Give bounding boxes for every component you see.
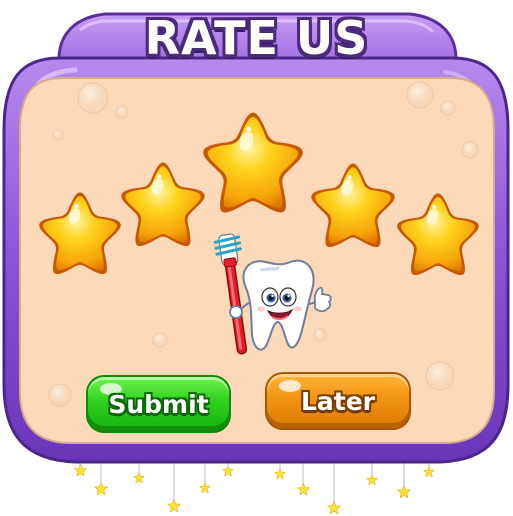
star-button-4[interactable] [314, 163, 392, 241]
button-gloss [279, 380, 301, 392]
later-button[interactable]: Later [265, 372, 411, 430]
star-button-1[interactable] [42, 192, 118, 268]
submit-button[interactable]: Submit [86, 375, 231, 433]
later-button-label: Later [300, 387, 376, 416]
star-button-2[interactable] [124, 162, 202, 240]
star-button-5[interactable] [400, 193, 476, 269]
rate-us-dialog: RATE US Submit Later [0, 0, 513, 516]
star-button-3[interactable] [207, 114, 299, 206]
submit-button-label: Submit [108, 390, 209, 419]
